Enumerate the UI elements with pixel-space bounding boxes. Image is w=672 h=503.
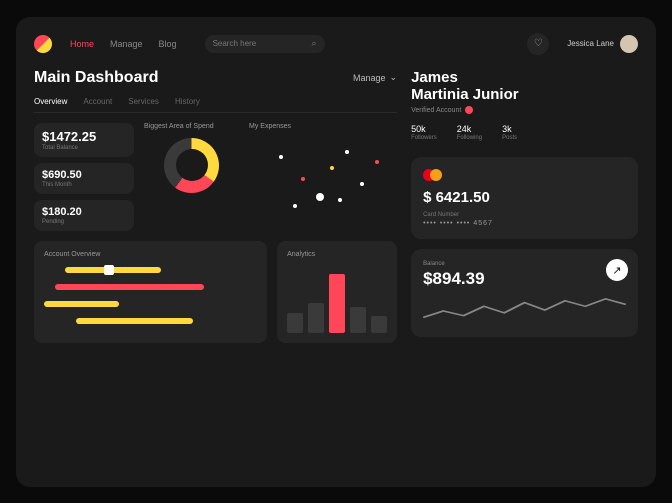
credit-card[interactable]: $ 6421.50 Card Number •••• •••• •••• 456… bbox=[411, 157, 638, 239]
data-point bbox=[301, 177, 305, 181]
gantt-title: Account Overview bbox=[44, 251, 257, 258]
arrow-icon: ↗ bbox=[612, 264, 621, 277]
scatter-card: My Expenses bbox=[249, 123, 397, 231]
page-title: Main Dashboard bbox=[34, 69, 158, 87]
bar bbox=[371, 316, 387, 332]
summary-card-2[interactable]: $180.20 Pending bbox=[34, 200, 134, 231]
tab-history[interactable]: History bbox=[175, 97, 200, 106]
add-button[interactable]: ↗ bbox=[606, 259, 628, 281]
gantt-row bbox=[44, 282, 257, 292]
profile-name-line1: James bbox=[411, 69, 638, 86]
gantt-row bbox=[44, 299, 257, 309]
donut-card: Biggest Area of Spend bbox=[144, 123, 239, 231]
logo-icon bbox=[34, 35, 52, 53]
gantt-row bbox=[44, 265, 257, 275]
user-name: Jessica Lane bbox=[567, 39, 614, 48]
stat-value: 24k bbox=[457, 124, 482, 134]
data-point bbox=[293, 204, 297, 208]
tab-services[interactable]: Services bbox=[128, 97, 159, 106]
stat-label: Following bbox=[457, 135, 482, 141]
bar bbox=[287, 313, 303, 333]
nav-blog[interactable]: Blog bbox=[159, 39, 177, 49]
nav-manage[interactable]: Manage bbox=[110, 39, 143, 49]
data-point bbox=[316, 193, 324, 201]
analytics-title: Analytics bbox=[287, 251, 315, 258]
stat-followers: 50k Followers bbox=[411, 124, 437, 141]
summary-row: $1472.25 Total Balance $690.50 This Mont… bbox=[34, 123, 397, 231]
manage-label: Manage bbox=[353, 73, 386, 83]
profile-name-line2: Martinia Junior bbox=[411, 86, 638, 103]
bar-highlight bbox=[329, 274, 345, 333]
summary-value: $690.50 bbox=[42, 169, 126, 181]
verified-badge-icon bbox=[465, 106, 473, 114]
gantt-bar bbox=[44, 301, 119, 307]
tabs: Overview Account Services History bbox=[34, 97, 397, 113]
bell-icon: ♡ bbox=[534, 38, 543, 49]
stat-label: Followers bbox=[411, 135, 437, 141]
primary-nav: Home Manage Blog bbox=[70, 39, 177, 49]
profile-stats: 50k Followers 24k Following 3k Posts bbox=[411, 124, 638, 141]
balance-card: ↗ Balance $894.39 bbox=[411, 249, 638, 337]
donut-chart bbox=[164, 138, 219, 193]
nav-home[interactable]: Home bbox=[70, 39, 94, 49]
verified-label: Verified Account bbox=[411, 107, 461, 114]
profile-block: James Martinia Junior Verified Account 5… bbox=[411, 69, 638, 142]
gantt-bar bbox=[55, 284, 204, 290]
data-point bbox=[338, 198, 342, 202]
bar bbox=[308, 303, 324, 332]
tab-overview[interactable]: Overview bbox=[34, 97, 67, 106]
card-sub: Card Number bbox=[423, 212, 626, 218]
user-menu[interactable]: Jessica Lane bbox=[567, 35, 638, 53]
summary-card-0[interactable]: $1472.25 Total Balance bbox=[34, 123, 134, 157]
data-point bbox=[360, 182, 364, 186]
body: Main Dashboard Manage ⌄ Overview Account… bbox=[34, 69, 638, 471]
stat-label: Posts bbox=[502, 135, 517, 141]
chevron-down-icon: ⌄ bbox=[390, 72, 398, 83]
summary-value: $1472.25 bbox=[42, 129, 126, 144]
data-point bbox=[279, 155, 283, 159]
right-column: James Martinia Junior Verified Account 5… bbox=[411, 69, 638, 471]
summary-value: $180.20 bbox=[42, 206, 126, 218]
manage-button[interactable]: Manage ⌄ bbox=[353, 72, 397, 83]
left-column: Main Dashboard Manage ⌄ Overview Account… bbox=[34, 69, 397, 471]
data-point bbox=[345, 150, 349, 154]
summary-sub: Pending bbox=[42, 219, 126, 225]
stat-following: 24k Following bbox=[457, 124, 482, 141]
gantt-handle[interactable] bbox=[104, 265, 114, 275]
balance-label: Balance bbox=[423, 261, 626, 267]
search-placeholder: Search here bbox=[213, 39, 257, 48]
gantt-row bbox=[44, 316, 257, 326]
balance-value: $894.39 bbox=[423, 269, 626, 289]
analytics-card: Analytics bbox=[277, 241, 397, 343]
data-point bbox=[330, 166, 334, 170]
verified-row: Verified Account bbox=[411, 106, 638, 114]
topbar: Home Manage Blog Search here ⌕ ♡ Jessica… bbox=[34, 33, 638, 55]
mastercard-icon bbox=[423, 169, 626, 181]
stat-value: 50k bbox=[411, 124, 437, 134]
card-balance: $ 6421.50 bbox=[423, 189, 626, 206]
bottom-row: Account Overview Analytics bbox=[34, 241, 397, 343]
summary-card-1[interactable]: $690.50 This Month bbox=[34, 163, 134, 194]
gantt-card: Account Overview bbox=[34, 241, 267, 343]
app-window: Home Manage Blog Search here ⌕ ♡ Jessica… bbox=[16, 17, 656, 487]
summary-sub: Total Balance bbox=[42, 145, 126, 151]
card-number: •••• •••• •••• 4567 bbox=[423, 220, 626, 227]
stat-posts: 3k Posts bbox=[502, 124, 517, 141]
summary-sub: This Month bbox=[42, 182, 126, 188]
stat-value: 3k bbox=[502, 124, 517, 134]
donut-title: Biggest Area of Spend bbox=[144, 123, 214, 130]
search-icon: ⌕ bbox=[312, 38, 317, 49]
tab-account[interactable]: Account bbox=[83, 97, 112, 106]
gantt-bar bbox=[76, 318, 193, 324]
bar bbox=[350, 307, 366, 333]
summary-stack: $1472.25 Total Balance $690.50 This Mont… bbox=[34, 123, 134, 231]
title-row: Main Dashboard Manage ⌄ bbox=[34, 69, 397, 87]
avatar bbox=[620, 35, 638, 53]
search-input[interactable]: Search here ⌕ bbox=[205, 35, 325, 53]
data-point bbox=[375, 160, 379, 164]
sparkline-chart bbox=[423, 297, 626, 325]
analytics-bars bbox=[287, 268, 387, 333]
scatter-title: My Expenses bbox=[249, 123, 397, 130]
notifications-button[interactable]: ♡ bbox=[527, 33, 549, 55]
